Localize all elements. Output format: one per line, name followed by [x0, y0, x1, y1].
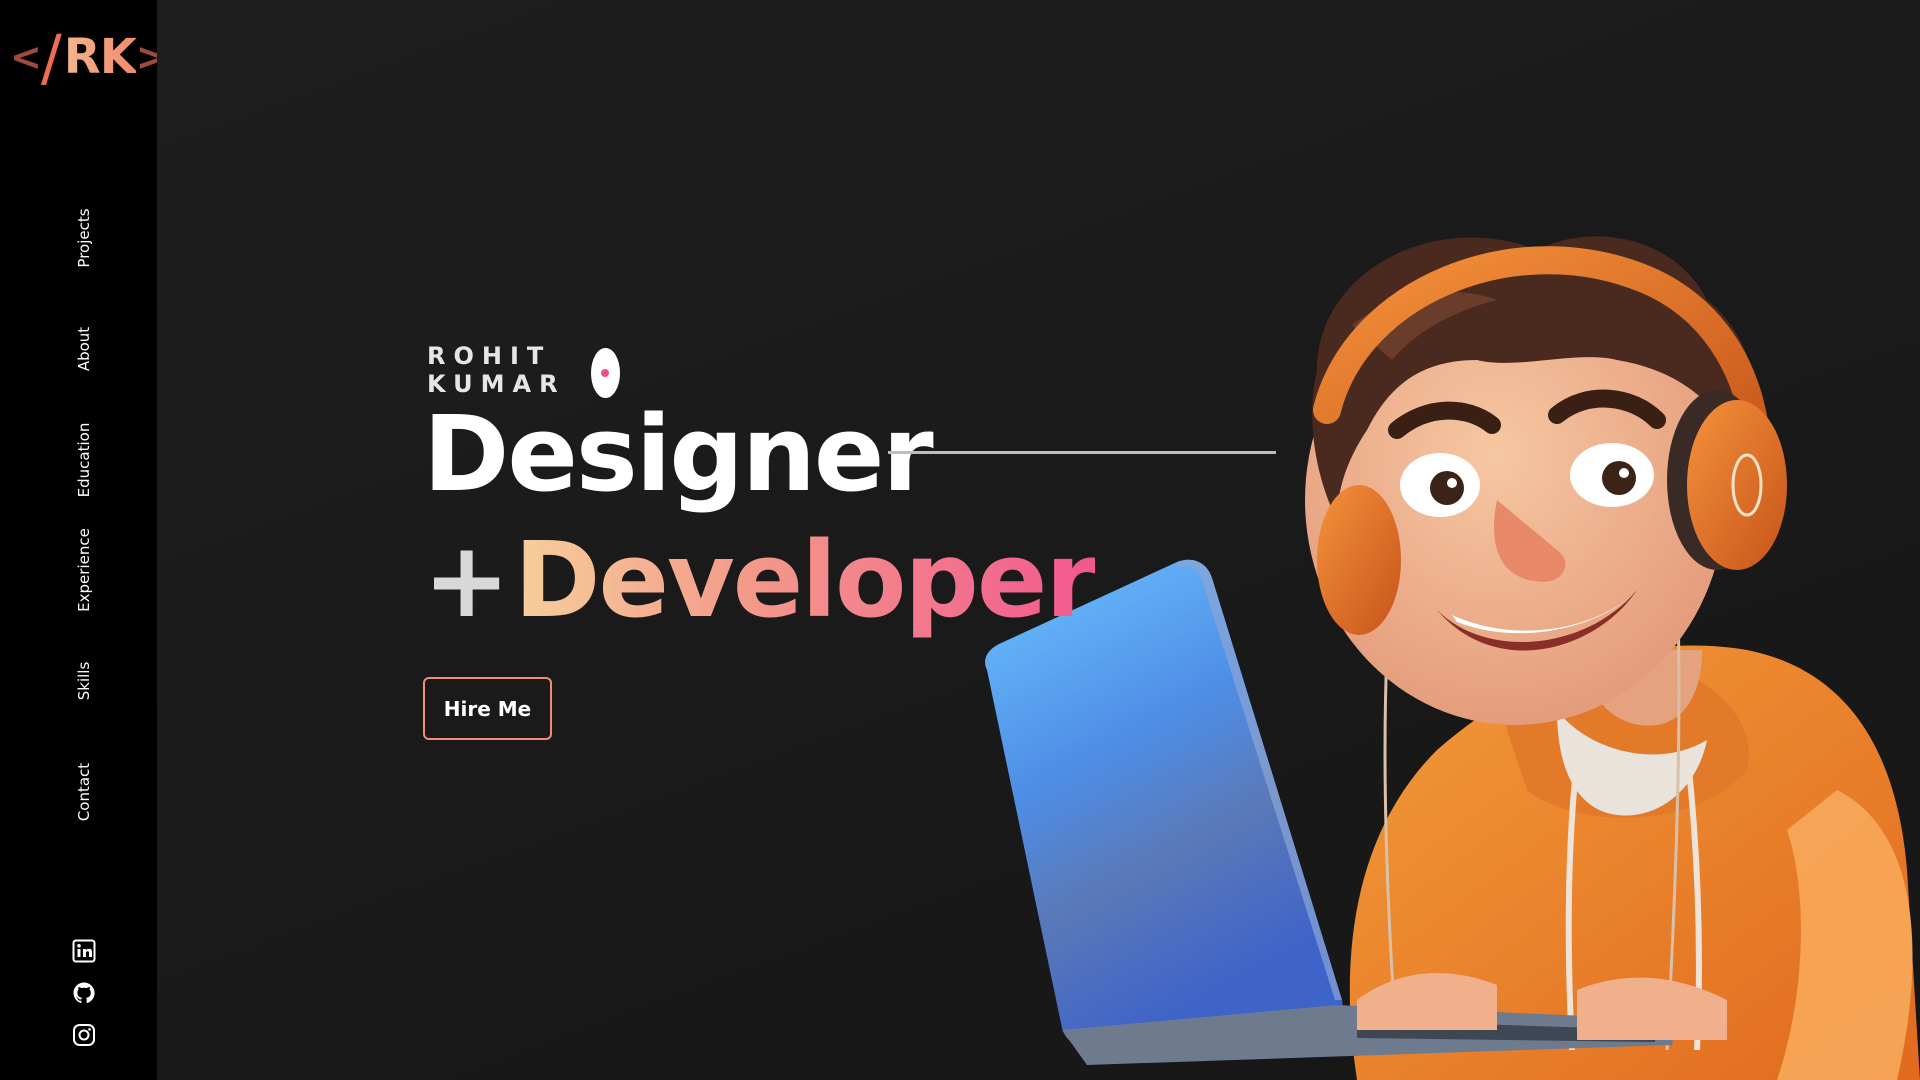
instagram-icon[interactable]: [71, 1022, 97, 1048]
logo-open-bracket: <: [10, 35, 42, 79]
nav-contact[interactable]: Contact: [75, 763, 93, 821]
hero-name: ROHIT KUMAR: [427, 342, 566, 398]
hero-section: ROHIT KUMAR Designer + Developer Hire Me: [157, 0, 1920, 1080]
logo-slash: /: [40, 20, 62, 94]
nav-projects[interactable]: Projects: [75, 208, 93, 267]
headline-designer: Designer: [423, 393, 934, 515]
headline-developer: + Developer: [423, 518, 1097, 643]
nav-skills[interactable]: Skills: [75, 662, 93, 701]
github-icon[interactable]: [71, 980, 97, 1006]
name-row: ROHIT KUMAR: [427, 342, 620, 398]
developer-illustration: [985, 236, 1920, 1080]
headline-developer-text: Developer: [514, 519, 1097, 641]
sidebar: < / RK > Projects About Education Experi…: [0, 0, 168, 1080]
linkedin-icon[interactable]: [71, 938, 97, 964]
headline-plus: +: [423, 519, 510, 641]
dot-badge-icon: [590, 348, 620, 398]
dot-icon: [601, 369, 610, 377]
nav-education[interactable]: Education: [75, 423, 93, 498]
headline-divider: [888, 451, 1276, 454]
site-logo[interactable]: < / RK >: [10, 20, 168, 94]
logo-letters: RK: [63, 29, 137, 85]
nav-experience[interactable]: Experience: [75, 528, 93, 612]
hire-me-button[interactable]: Hire Me: [423, 677, 552, 740]
nav-about[interactable]: About: [75, 327, 93, 371]
